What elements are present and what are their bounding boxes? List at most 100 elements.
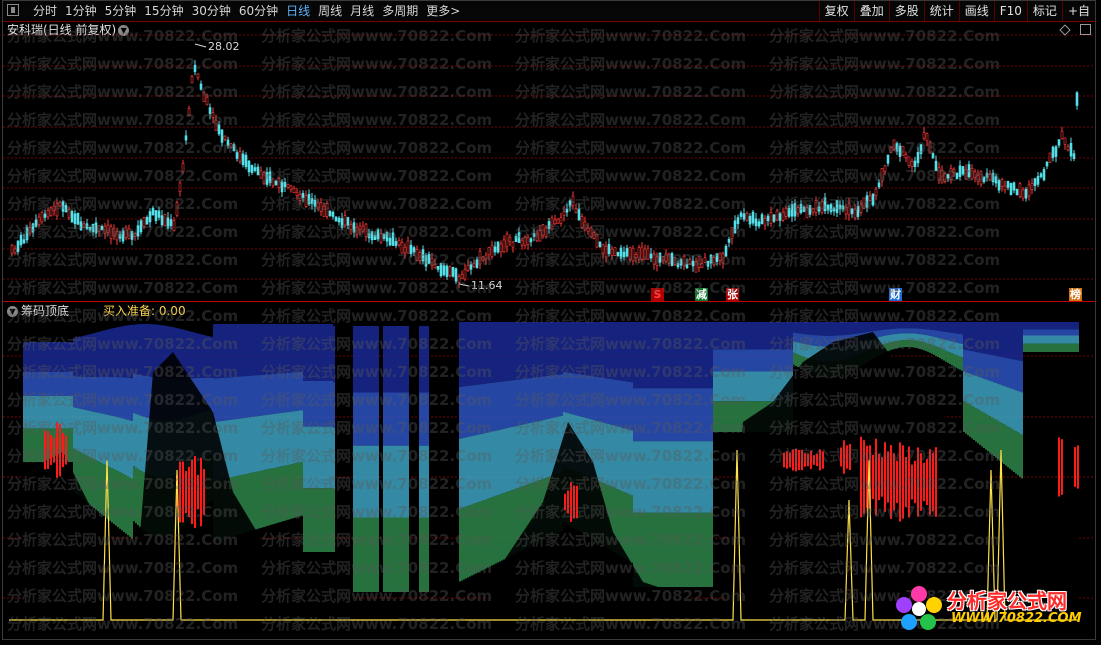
chip-band — [511, 490, 513, 556]
tool-button-1[interactable]: 叠加 — [853, 1, 889, 21]
chip-band — [241, 376, 243, 419]
chip-band — [1025, 329, 1027, 336]
chip-band — [245, 376, 247, 418]
chip-band — [1035, 329, 1037, 336]
chip-band — [251, 416, 253, 473]
tab-period-8[interactable]: 月线 — [346, 1, 378, 21]
chip-band — [1005, 425, 1007, 466]
chip-band — [243, 418, 245, 475]
chip-band — [239, 376, 241, 419]
candle-body — [763, 218, 767, 226]
chip-band — [493, 382, 495, 432]
chip-band — [509, 322, 511, 381]
watermark-text: 分析家公式网www.70822.Com — [515, 363, 747, 381]
chip-band — [1051, 335, 1053, 344]
tab-period-2[interactable]: 5分钟 — [101, 1, 141, 21]
chip-band — [1065, 335, 1067, 344]
tool-button-6[interactable]: 标记 — [1026, 1, 1062, 21]
tab-period-9[interactable]: 多周期 — [378, 1, 422, 21]
chip-band — [1029, 335, 1031, 344]
chip-band — [1017, 322, 1019, 361]
chip-band — [1069, 329, 1071, 336]
maximize-icon[interactable] — [1080, 24, 1091, 35]
chip-band — [1035, 335, 1037, 344]
chip-band — [1045, 322, 1047, 330]
tab-period-1[interactable]: 1分钟 — [61, 1, 101, 21]
chip-band — [239, 418, 241, 476]
chip-band — [1009, 322, 1011, 359]
chip-band — [1059, 322, 1061, 330]
tab-period-4[interactable]: 30分钟 — [188, 1, 235, 21]
panel-toggle-icon[interactable] — [7, 4, 19, 16]
candle-body — [250, 164, 254, 173]
chip-band — [503, 381, 505, 429]
watermark-text: 分析家公式网www.70822.Com — [769, 335, 1001, 353]
watermark-text: 分析家公式网www.70822.Com — [7, 55, 239, 73]
candle-body — [766, 215, 770, 221]
chip-band — [501, 381, 503, 430]
chip-band — [1037, 322, 1039, 330]
candle-body — [1057, 139, 1061, 146]
chip-band — [763, 322, 765, 350]
tab-period-10[interactable]: 更多> — [422, 1, 464, 21]
tool-button-2[interactable]: 多股 — [888, 1, 924, 21]
chip-band — [1013, 322, 1015, 360]
watermark-text: 分析家公式网www.70822.Com — [515, 307, 747, 325]
watermark-text: 分析家公式网www.70822.Com — [7, 251, 239, 269]
signal-bar — [1077, 445, 1079, 489]
chip-band — [753, 322, 755, 350]
chip-band — [1073, 343, 1075, 352]
chip-band — [493, 322, 495, 383]
watermark-text: 分析家公式网www.70822.Com — [7, 223, 239, 241]
tab-period-5[interactable]: 60分钟 — [235, 1, 282, 21]
chip-band — [1009, 388, 1011, 428]
watermark-text: 分析家公式网www.70822.Com — [769, 531, 1001, 549]
tab-period-7[interactable]: 周线 — [314, 1, 346, 21]
chip-band — [1033, 343, 1035, 352]
candle-body — [1015, 188, 1019, 196]
chip-band — [1053, 343, 1055, 352]
watermark-text: 分析家公式网www.70822.Com — [515, 475, 747, 493]
watermark-text: 分析家公式网www.70822.Com — [515, 167, 747, 185]
watermark-text: 分析家公式网www.70822.Com — [769, 27, 1001, 45]
chip-band — [505, 428, 507, 493]
chip-band — [1065, 329, 1067, 336]
watermark-text: 分析家公式网www.70822.Com — [261, 195, 493, 213]
watermark-text: 分析家公式网www.70822.Com — [515, 503, 747, 521]
chip-band — [1031, 322, 1033, 330]
tab-period-6[interactable]: 日线 — [282, 1, 314, 21]
watermark-text: 分析家公式网www.70822.Com — [261, 111, 493, 129]
chip-band — [1049, 335, 1051, 344]
chip-band — [1059, 335, 1061, 344]
chip-band — [1033, 322, 1035, 330]
watermark-text: 分析家公式网www.70822.Com — [515, 251, 747, 269]
event-badge-4[interactable]: 榜 — [1069, 288, 1082, 301]
candle-body — [1030, 183, 1034, 190]
chip-band — [255, 416, 257, 472]
tab-period-3[interactable]: 15分钟 — [140, 1, 187, 21]
tool-button-5[interactable]: F10 — [993, 1, 1027, 21]
tool-button-0[interactable]: 复权 — [818, 1, 854, 21]
chip-band — [243, 324, 245, 377]
chip-band — [749, 371, 751, 402]
tool-button-7[interactable]: +自 — [1061, 1, 1095, 21]
tab-period-0[interactable]: 分时 — [29, 1, 61, 21]
candle-body — [43, 213, 47, 218]
chip-band — [1007, 387, 1009, 427]
tool-button-4[interactable]: 画线 — [958, 1, 994, 21]
chip-band — [239, 324, 241, 377]
tool-button-3[interactable]: 统计 — [923, 1, 959, 21]
watermark-text: 分析家公式网www.70822.Com — [515, 615, 747, 633]
chip-band — [505, 322, 507, 382]
chip-band — [509, 380, 511, 428]
chip-band — [1031, 329, 1033, 336]
chip-band — [1077, 343, 1079, 352]
chip-band — [1041, 322, 1043, 330]
chip-band — [1055, 329, 1057, 336]
chip-band — [757, 349, 759, 372]
watermark-text: 分析家公式网www.70822.Com — [515, 559, 747, 577]
watermark-text: 分析家公式网www.70822.Com — [7, 195, 239, 213]
chip-band — [1045, 335, 1047, 344]
chip-band — [249, 324, 251, 376]
chip-band — [1075, 329, 1077, 336]
